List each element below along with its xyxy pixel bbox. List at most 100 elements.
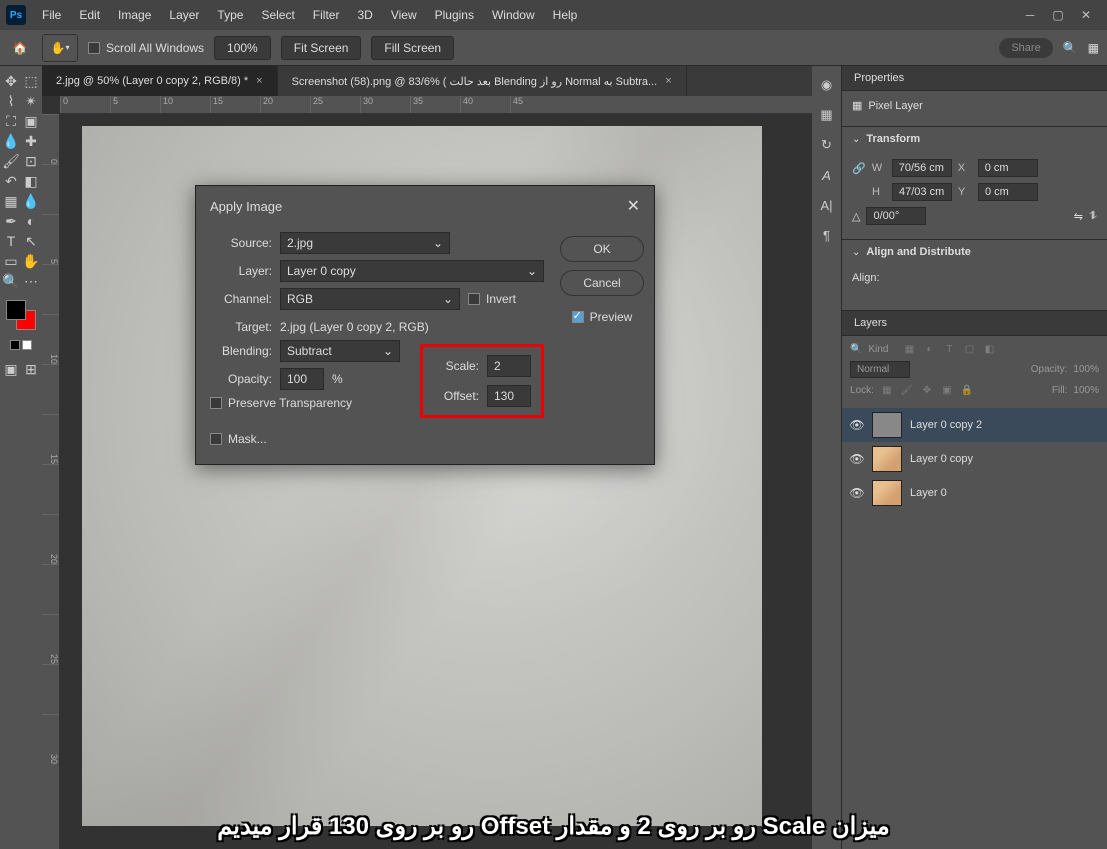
filter-adj-icon[interactable]: ◐: [922, 342, 936, 356]
dodge-tool[interactable]: ◐: [22, 212, 40, 230]
brush-tool[interactable]: 🖌: [2, 152, 20, 170]
transform-section[interactable]: Transform: [842, 126, 1107, 151]
link-icon[interactable]: 🔗: [852, 162, 866, 175]
history-icon[interactable]: ↻: [818, 136, 836, 154]
layers-tab[interactable]: Layers: [842, 311, 1107, 336]
menu-view[interactable]: View: [383, 4, 425, 26]
y-input[interactable]: [978, 183, 1038, 201]
eraser-tool[interactable]: ◧: [22, 172, 40, 190]
tab-1[interactable]: 2.jpg @ 50% (Layer 0 copy 2, RGB/8) *×: [42, 66, 278, 96]
flip-h-icon[interactable]: ⇋: [1074, 210, 1083, 223]
share-button[interactable]: Share: [999, 38, 1052, 58]
tab-2[interactable]: Screenshot (58).png @ 83/6% ( بعد حالت B…: [278, 66, 687, 96]
eyedropper-tool[interactable]: 💧: [2, 132, 20, 150]
quick-swatch[interactable]: [22, 340, 32, 350]
opacity-value[interactable]: 100%: [1073, 364, 1099, 375]
frame-tool[interactable]: ▣: [22, 112, 40, 130]
fill-value[interactable]: 100%: [1073, 385, 1099, 396]
lock-pos-icon[interactable]: ✥: [920, 383, 934, 397]
move-tool[interactable]: ✥: [2, 72, 20, 90]
tab-close-icon[interactable]: ×: [256, 75, 262, 87]
filter-text-icon[interactable]: T: [942, 342, 956, 356]
layer-select[interactable]: Layer 0 copy: [280, 260, 544, 282]
menu-file[interactable]: File: [34, 4, 69, 26]
width-input[interactable]: [892, 159, 952, 177]
screenmode-icon[interactable]: ⊞: [22, 360, 40, 378]
preserve-checkbox[interactable]: Preserve Transparency: [210, 396, 400, 410]
workspace-icon[interactable]: ▦: [1088, 41, 1099, 55]
layer-row[interactable]: 👁 Layer 0 copy 2: [842, 408, 1107, 442]
menu-window[interactable]: Window: [484, 4, 543, 26]
lasso-tool[interactable]: ⌇: [2, 92, 20, 110]
adjustments-icon[interactable]: ◉: [818, 76, 836, 94]
menu-image[interactable]: Image: [110, 4, 159, 26]
history-tool[interactable]: ↶: [2, 172, 20, 190]
mask-checkbox[interactable]: Mask...: [210, 432, 400, 446]
properties-tab[interactable]: Properties: [842, 66, 1107, 91]
align-section[interactable]: Align and Distribute: [842, 239, 1107, 264]
lock-all-icon[interactable]: 🔒: [960, 383, 974, 397]
text-tool[interactable]: T: [2, 232, 20, 250]
glyph-icon[interactable]: ¶: [818, 226, 836, 244]
zoom-tool[interactable]: 🔍: [2, 272, 20, 290]
more-tools[interactable]: ⋯: [22, 272, 40, 290]
search-icon[interactable]: 🔍: [1063, 41, 1078, 55]
hand-tool-preset[interactable]: ✋ ▾: [42, 34, 78, 62]
menu-filter[interactable]: Filter: [305, 4, 348, 26]
opacity-input[interactable]: [280, 368, 324, 390]
minimize-icon[interactable]: ─: [1023, 8, 1037, 22]
heal-tool[interactable]: ✚: [22, 132, 40, 150]
stamp-tool[interactable]: ⊡: [22, 152, 40, 170]
flip-v-icon[interactable]: ⥮: [1089, 210, 1097, 223]
crop-tool[interactable]: ⛶: [2, 112, 20, 130]
height-input[interactable]: [892, 183, 952, 201]
blending-select[interactable]: Subtract: [280, 340, 400, 362]
scale-input[interactable]: [487, 355, 531, 377]
ok-button[interactable]: OK: [560, 236, 644, 262]
layer-thumb[interactable]: [872, 480, 902, 506]
char-icon[interactable]: A: [818, 166, 836, 184]
select-tool[interactable]: ↖: [22, 232, 40, 250]
menu-edit[interactable]: Edit: [71, 4, 108, 26]
layer-row[interactable]: 👁 Layer 0 copy: [842, 442, 1107, 476]
blur-tool[interactable]: 💧: [22, 192, 40, 210]
blend-mode-select[interactable]: Normal: [850, 361, 910, 378]
zoom-level[interactable]: 100%: [214, 36, 271, 60]
cancel-button[interactable]: Cancel: [560, 270, 644, 296]
filter-smart-icon[interactable]: ◧: [982, 342, 996, 356]
tab-close-icon[interactable]: ×: [665, 75, 671, 87]
filter-pixel-icon[interactable]: ▦: [902, 342, 916, 356]
pen-tool[interactable]: ✒: [2, 212, 20, 230]
hand-tool[interactable]: ✋: [22, 252, 40, 270]
layer-row[interactable]: 👁 Layer 0: [842, 476, 1107, 510]
visibility-icon[interactable]: 👁: [850, 452, 864, 466]
visibility-icon[interactable]: 👁: [850, 418, 864, 432]
menu-type[interactable]: Type: [209, 4, 251, 26]
x-input[interactable]: [978, 159, 1038, 177]
invert-checkbox[interactable]: Invert: [468, 292, 516, 306]
preview-checkbox[interactable]: Preview: [572, 310, 633, 324]
scroll-all-checkbox[interactable]: Scroll All Windows: [88, 41, 204, 55]
layer-thumb[interactable]: [872, 412, 902, 438]
quick-swatch[interactable]: [10, 340, 20, 350]
fit-screen-button[interactable]: Fit Screen: [281, 36, 362, 60]
marquee-tool[interactable]: ⬚: [22, 72, 40, 90]
menu-help[interactable]: Help: [545, 4, 586, 26]
maximize-icon[interactable]: ▢: [1051, 8, 1065, 22]
lock-paint-icon[interactable]: 🖌: [900, 383, 914, 397]
menu-layer[interactable]: Layer: [161, 4, 207, 26]
para-icon[interactable]: A|: [818, 196, 836, 214]
fill-screen-button[interactable]: Fill Screen: [371, 36, 454, 60]
filter-shape-icon[interactable]: ▢: [962, 342, 976, 356]
menu-plugins[interactable]: Plugins: [427, 4, 482, 26]
lock-nest-icon[interactable]: ▣: [940, 383, 954, 397]
close-icon[interactable]: ✕: [1079, 8, 1093, 22]
visibility-icon[interactable]: 👁: [850, 486, 864, 500]
color-swatches[interactable]: [6, 300, 36, 330]
menu-3d[interactable]: 3D: [349, 4, 380, 26]
color-icon[interactable]: ▦: [818, 106, 836, 124]
gradient-tool[interactable]: ▦: [2, 192, 20, 210]
home-icon[interactable]: 🏠: [8, 36, 32, 60]
layer-thumb[interactable]: [872, 446, 902, 472]
lock-trans-icon[interactable]: ▦: [880, 383, 894, 397]
